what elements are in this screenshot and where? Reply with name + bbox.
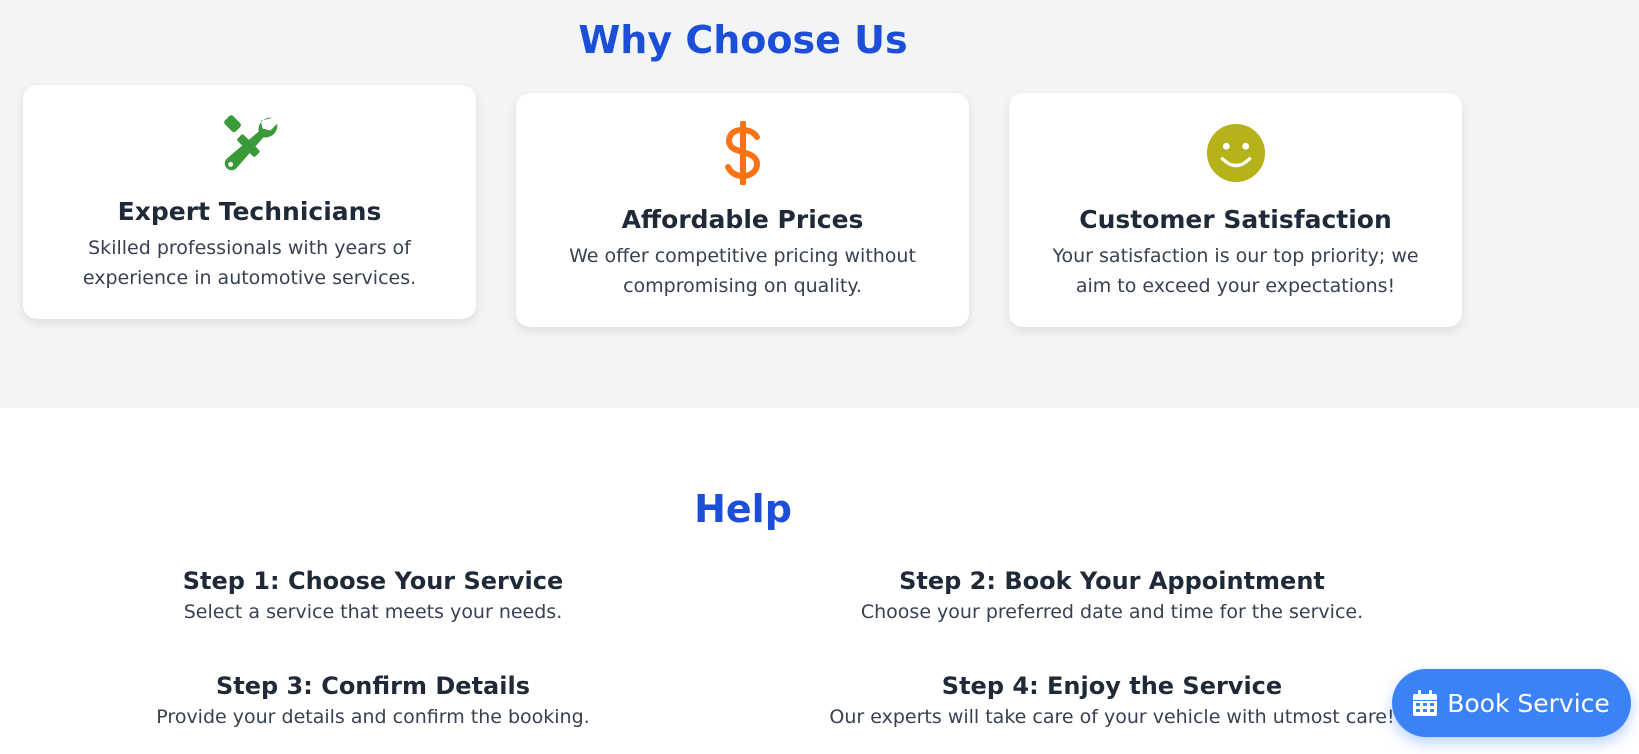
- feature-card-expert-technicians: Expert Technicians Skilled professionals…: [23, 85, 476, 319]
- card-description: Skilled professionals with years of expe…: [82, 237, 417, 289]
- card-title: Affordable Prices: [621, 205, 864, 234]
- card-description: We offer competitive pricing without com…: [569, 245, 916, 297]
- calendar-icon: [1413, 690, 1438, 716]
- why-choose-us-title: Why Choose Us: [578, 18, 908, 62]
- feature-card-affordable-prices: Affordable Prices We offer competitive p…: [516, 93, 969, 327]
- step-title: Step 1: Choose Your Service: [182, 567, 564, 595]
- smile-icon: [1009, 121, 1462, 185]
- help-step-4: Step 4: Enjoy the Service Our experts wi…: [782, 671, 1442, 731]
- step-title: Step 3: Confirm Details: [215, 672, 530, 700]
- help-title: Help: [694, 487, 792, 531]
- help-step-3: Step 3: Confirm Details Provide your det…: [43, 671, 703, 731]
- book-service-label: Book Service: [1447, 688, 1610, 718]
- tools-icon: [23, 113, 476, 177]
- card-description: Your satisfaction is our top priority; w…: [1052, 245, 1419, 297]
- card-title: Expert Technicians: [117, 197, 382, 226]
- book-service-button[interactable]: Book Service: [1392, 669, 1631, 737]
- feature-card-customer-satisfaction: Customer Satisfaction Your satisfaction …: [1009, 93, 1462, 327]
- step-description: Our experts will take care of your vehic…: [829, 706, 1395, 728]
- help-step-2: Step 2: Book Your Appointment Choose you…: [782, 566, 1442, 626]
- step-description: Choose your preferred date and time for …: [860, 601, 1364, 623]
- dollar-icon: [516, 121, 969, 185]
- step-description: Select a service that meets your needs.: [183, 601, 563, 623]
- help-step-1: Step 1: Choose Your Service Select a ser…: [43, 566, 703, 626]
- why-choose-us-section: Why Choose Us Expert Technicians Skilled…: [0, 0, 1639, 408]
- step-title: Step 4: Enjoy the Service: [941, 672, 1283, 700]
- card-title: Customer Satisfaction: [1079, 205, 1392, 234]
- step-description: Provide your details and confirm the boo…: [156, 706, 590, 728]
- step-title: Step 2: Book Your Appointment: [899, 567, 1325, 595]
